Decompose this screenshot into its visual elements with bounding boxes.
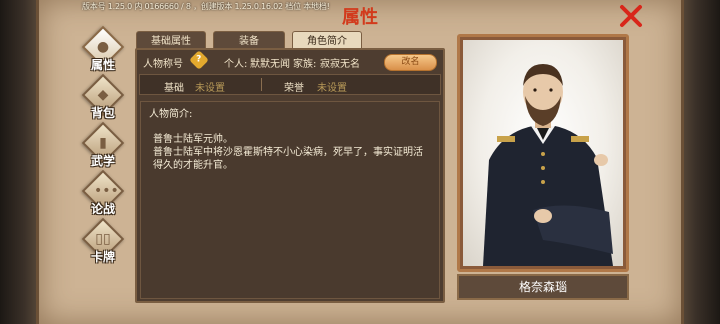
sidebar-item-martial-arts[interactable]: ▮ 武学 bbox=[80, 121, 126, 172]
sidebar-item-attributes[interactable]: ● 属性 bbox=[80, 25, 126, 76]
bio-panel: 人物简介: 普鲁士陆军元帅。 普鲁士陆军中将沙恩霍斯特不小心染病，死早了，事实证… bbox=[140, 101, 440, 299]
attributes-row: 基础 未设置 荣誉 未设置 bbox=[139, 74, 441, 95]
version-info: 版本号 1.25.0 内 0166660 / 8 ，创建版本 1.25.0.16… bbox=[82, 2, 330, 11]
cards-icon: ▯▯ bbox=[95, 231, 111, 247]
rename-button[interactable]: 改名 bbox=[384, 54, 437, 71]
title-label: 人物称号 bbox=[143, 59, 183, 70]
family-value: 寂寂无名 bbox=[320, 59, 360, 70]
background-edge-left bbox=[0, 0, 40, 324]
honor-value: 未设置 bbox=[317, 83, 347, 94]
divider bbox=[261, 78, 262, 91]
close-icon bbox=[620, 5, 642, 27]
family-label: 家族: bbox=[293, 59, 317, 70]
speech-bubble-icon: ••• bbox=[94, 183, 119, 199]
character-name: 格奈森瑙 bbox=[457, 274, 629, 300]
basic-label: 基础 bbox=[164, 83, 184, 94]
bio-body: 普鲁士陆军元帅。 普鲁士陆军中将沙恩霍斯特不小心染病，死早了，事实证明活 得久的… bbox=[149, 133, 431, 172]
page-title: 属性 bbox=[342, 7, 378, 28]
bio-line: 普鲁士陆军中将沙恩霍斯特不小心染病，死早了，事实证明活 bbox=[153, 147, 423, 158]
book-icon: ▮ bbox=[99, 135, 107, 151]
bio-heading: 人物简介: bbox=[149, 109, 193, 120]
personal-label: 个人: bbox=[224, 59, 248, 70]
basic-value: 未设置 bbox=[195, 83, 225, 94]
person-icon: ● bbox=[96, 39, 110, 55]
character-portrait bbox=[457, 34, 629, 272]
close-button[interactable] bbox=[618, 3, 644, 29]
bio-line: 得久的才能升官。 bbox=[153, 160, 233, 171]
sidebar-item-backpack[interactable]: ◆ 背包 bbox=[80, 73, 126, 124]
background-edge-right bbox=[680, 0, 720, 324]
bio-line: 普鲁士陆军元帅。 bbox=[153, 134, 233, 145]
sidebar-item-debate[interactable]: ••• 论战 bbox=[80, 169, 126, 220]
portrait-figure bbox=[483, 64, 613, 266]
bag-icon: ◆ bbox=[97, 87, 109, 103]
personal-value: 默默无闻 bbox=[250, 59, 290, 70]
honor-label: 荣誉 bbox=[284, 83, 304, 94]
sidebar-item-cards[interactable]: ▯▯ 卡牌 bbox=[80, 217, 126, 268]
